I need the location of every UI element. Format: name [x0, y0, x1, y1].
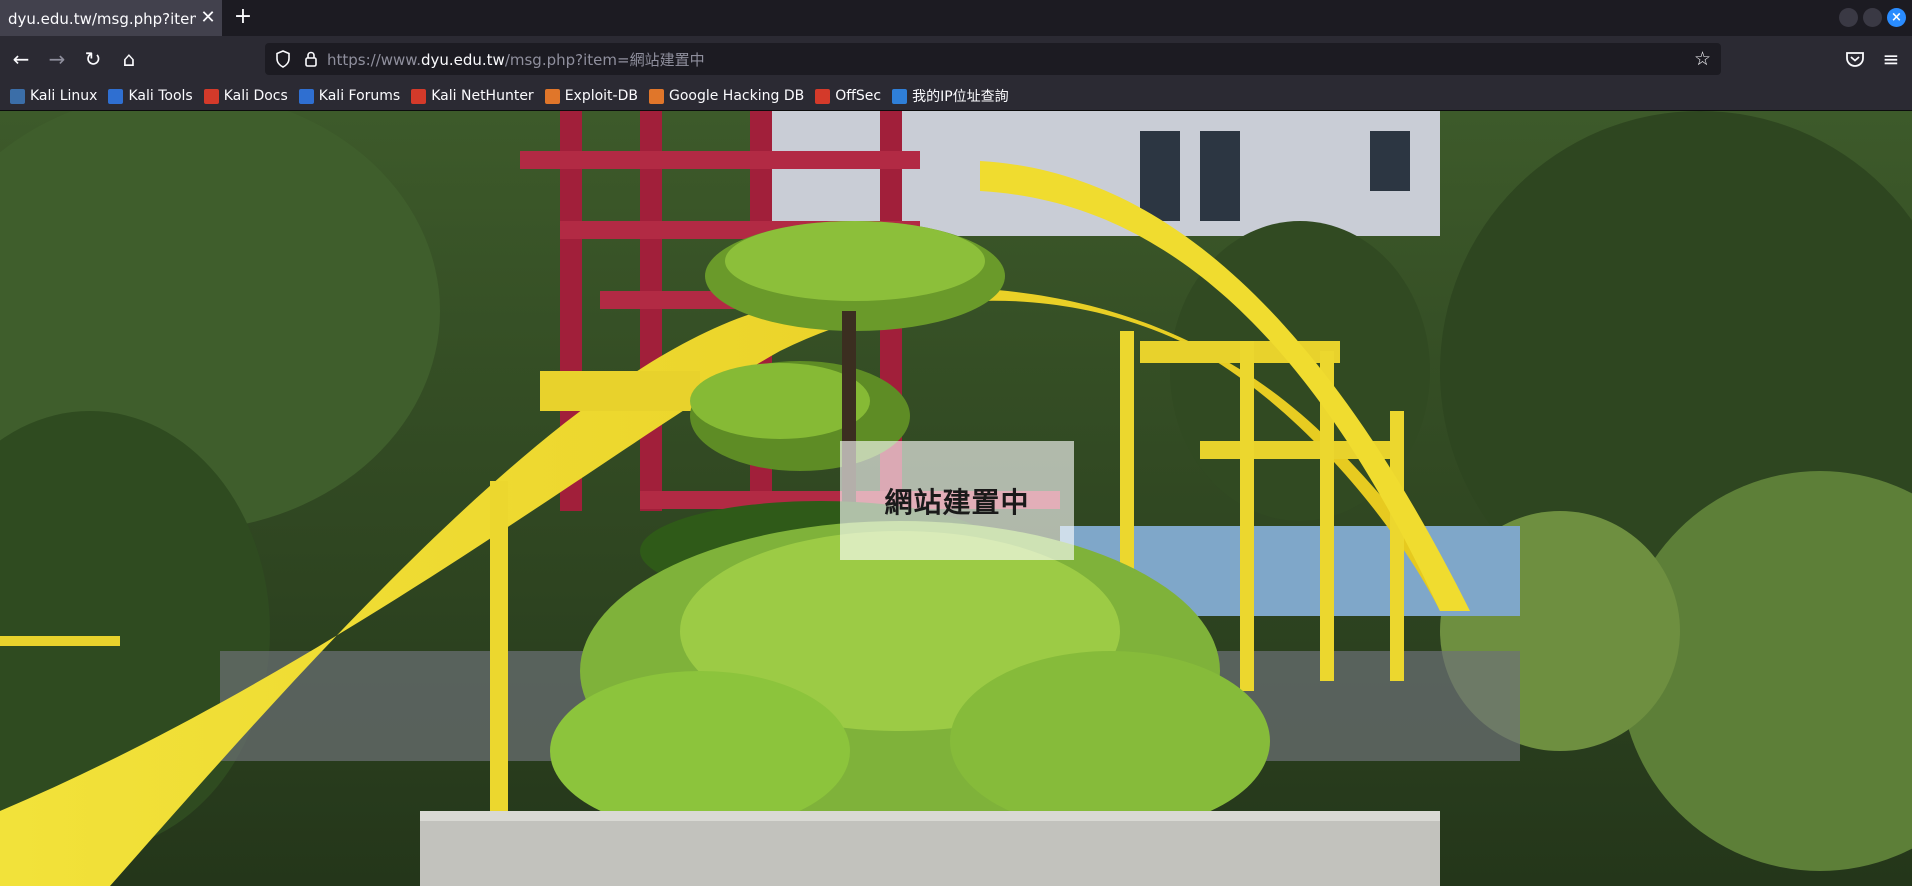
bookmark-label: Kali Linux [30, 88, 98, 104]
bookmark-offsec[interactable]: OffSec [815, 88, 881, 104]
url-bar[interactable]: https://www.dyu.edu.tw/msg.php?item=網站建置… [265, 43, 1721, 75]
window-minimize-button[interactable] [1839, 8, 1858, 27]
bookmark-label: Exploit-DB [564, 88, 638, 104]
bookmark-label: Kali Tools [128, 88, 193, 104]
url-host: dyu.edu.tw [420, 51, 505, 69]
forward-button[interactable]: → [45, 47, 69, 71]
new-tab-button[interactable]: + [232, 6, 254, 29]
page-content: 網站建置中 [0, 111, 1912, 886]
browser-window: dyu.edu.tw/msg.php?item=網 ✕ + × ← → ↻ ⌂ … [0, 0, 1912, 886]
tab-active[interactable]: dyu.edu.tw/msg.php?item=網 ✕ [0, 0, 222, 36]
kali-docs-icon [203, 88, 219, 104]
bookmarks-toolbar: Kali Linux Kali Tools Kali Docs Kali For… [0, 82, 1912, 111]
exploit-db-icon [544, 88, 560, 104]
app-menu-button[interactable]: ≡ [1879, 47, 1903, 71]
bookmark-kali-tools[interactable]: Kali Tools [108, 88, 193, 104]
bookmark-kali-nethunter[interactable]: Kali NetHunter [411, 88, 534, 104]
kali-forums-icon [298, 88, 314, 104]
bookmark-kali-forums[interactable]: Kali Forums [298, 88, 401, 104]
url-text[interactable]: https://www.dyu.edu.tw/msg.php?item=網站建置… [327, 49, 705, 70]
offsec-icon [815, 88, 831, 104]
bookmark-label: Kali Docs [223, 88, 288, 104]
bookmark-label: OffSec [835, 88, 882, 104]
window-maximize-button[interactable] [1863, 8, 1882, 27]
url-path: /msg.php?item=網站建置中 [504, 51, 705, 69]
pocket-icon[interactable] [1843, 47, 1867, 71]
bookmark-label: Kali Forums [318, 88, 401, 104]
tab-strip: dyu.edu.tw/msg.php?item=網 ✕ + × [0, 0, 1912, 36]
my-ip-icon [892, 88, 908, 104]
bookmark-label: Kali NetHunter [431, 88, 534, 104]
lock-icon[interactable] [301, 49, 321, 69]
tracking-shield-icon[interactable] [273, 49, 293, 69]
nav-bar: ← → ↻ ⌂ https://www.dyu.edu.tw/msg.php?i… [0, 36, 1912, 82]
google-hacking-db-icon [648, 88, 664, 104]
bookmark-star-icon[interactable]: ☆ [1694, 48, 1711, 70]
reload-button[interactable]: ↻ [81, 47, 105, 71]
home-button[interactable]: ⌂ [117, 47, 141, 71]
bookmark-my-ip[interactable]: 我的IP位址查詢 [892, 86, 1009, 106]
kali-linux-icon [10, 88, 25, 104]
back-button[interactable]: ← [9, 47, 33, 71]
tab-close-icon[interactable]: ✕ [198, 8, 218, 28]
window-close-button[interactable]: × [1887, 8, 1906, 27]
bookmark-kali-docs[interactable]: Kali Docs [203, 88, 288, 104]
tab-title: dyu.edu.tw/msg.php?item=網 [8, 9, 196, 28]
bookmark-label: 我的IP位址查詢 [912, 89, 1009, 105]
notice-box: 網站建置中 [840, 441, 1074, 560]
bookmark-google-hacking-db[interactable]: Google Hacking DB [648, 88, 805, 104]
url-prefix: https://www. [327, 51, 421, 69]
bookmark-label: Google Hacking DB [668, 88, 805, 104]
kali-nethunter-icon [411, 88, 427, 104]
bookmark-exploit-db[interactable]: Exploit-DB [544, 88, 638, 104]
kali-tools-icon [108, 88, 124, 104]
under-construction-text: 網站建置中 [884, 485, 1030, 519]
bookmark-kali-linux[interactable]: Kali Linux [10, 88, 97, 104]
